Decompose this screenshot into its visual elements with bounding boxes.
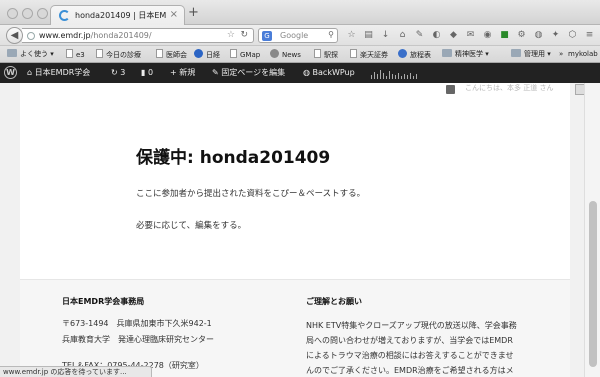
reload-icon[interactable]: ↻: [240, 30, 248, 40]
bookmark-item[interactable]: 今日の診療: [96, 49, 141, 61]
user-greeting[interactable]: こんにちは、本多 正道 さん: [465, 83, 553, 93]
article: こんにちは、本多 正道 さん 保護中: honda201409 ここに参加者から…: [20, 83, 586, 279]
page-icon: [230, 49, 237, 58]
page-icon: [96, 49, 103, 58]
page-content: こんにちは、本多 正道 さん 保護中: honda201409 ここに参加者から…: [0, 83, 586, 377]
url-text[interactable]: www.emdr.jp/honda201409/: [39, 31, 152, 40]
url-bar[interactable]: www.emdr.jp/honda201409/ ☆ ↻: [22, 28, 254, 43]
footer-line: 局への問い合わせが増えておりますが、当学会ではEMDR: [306, 336, 513, 345]
url-host: www.emdr.jp: [39, 31, 91, 40]
bookmark-folder[interactable]: よく使う ▾: [7, 49, 54, 60]
minimize-window-button[interactable]: [22, 8, 33, 19]
refresh-icon: ↻: [111, 68, 121, 77]
loading-spinner-icon: [59, 10, 70, 21]
addon-icon[interactable]: ⚙: [516, 30, 527, 41]
page-icon: [350, 49, 357, 58]
admin-site-link[interactable]: ⌂ 日本EMDR学会: [27, 67, 90, 79]
extension-icon[interactable]: ✎: [414, 30, 425, 41]
google-engine-icon[interactable]: G: [262, 31, 272, 41]
travel-icon: [398, 49, 407, 58]
bookmark-item[interactable]: 駅探: [314, 49, 338, 61]
star-icon[interactable]: ☆: [346, 30, 357, 41]
bookmark-item[interactable]: 医師会: [156, 49, 187, 61]
bookmark-star-icon[interactable]: ☆: [227, 30, 235, 40]
home-icon: ⌂: [27, 68, 35, 77]
bookmark-item[interactable]: GMap: [230, 49, 260, 61]
bookmarks-overflow-button[interactable]: »: [559, 49, 563, 60]
footer-line: んのでご了承ください。EMDR治療をご希望される方はメ: [306, 366, 514, 375]
wordpress-logo-icon[interactable]: W: [4, 66, 17, 79]
mail-icon[interactable]: ✉: [465, 30, 476, 41]
library-icon[interactable]: ▤: [363, 30, 374, 41]
comment-bubble-icon[interactable]: [446, 85, 455, 94]
pencil-icon: ✎: [212, 68, 222, 77]
zoom-window-button[interactable]: [37, 8, 48, 19]
status-bar: www.emdr.jp の応答を待っています...: [0, 366, 152, 377]
footer-heading: 日本EMDR学会事務局: [62, 297, 145, 306]
url-path: /honda201409/: [90, 31, 152, 40]
folder-icon: [511, 49, 521, 57]
body-paragraph: 必要に応じて、編集をする。: [136, 221, 247, 231]
admin-comments-link[interactable]: ▮ 0: [141, 67, 153, 79]
navigation-bar: www.emdr.jp/honda201409/ ☆ ↻ ◀ G Google …: [0, 25, 600, 46]
plus-icon: +: [170, 68, 180, 77]
comment-icon: ▮: [141, 68, 148, 77]
admin-backwpup-link[interactable]: ◍ BackWPup: [303, 67, 355, 79]
admin-new-link[interactable]: + 新規: [170, 67, 195, 79]
footer-heading: ご理解とお願い: [306, 297, 362, 306]
addon-icon[interactable]: ◍: [533, 30, 544, 41]
menu-icon[interactable]: ≡: [584, 30, 595, 41]
addon-icon[interactable]: ◆: [448, 30, 459, 41]
toolbar-icons: ☆ ▤ ↓ ⌂ ✎ ◐ ◆ ✉ ◉ ■ ⚙ ◍ ✦ ⬡ ≡: [346, 28, 598, 43]
bookmark-item[interactable]: mykolab: [568, 49, 598, 60]
addon-icon[interactable]: ◉: [482, 30, 493, 41]
nikkei-icon: [194, 49, 203, 58]
vertical-scrollbar[interactable]: [584, 83, 600, 377]
search-icon[interactable]: ⚲: [328, 30, 334, 39]
new-tab-button[interactable]: +: [188, 6, 199, 19]
wp-admin-bar: W ⌂ 日本EMDR学会 ↻ 3 ▮ 0 + 新規 ✎ 固定ページを編集 ◍ B…: [0, 63, 600, 83]
active-tab[interactable]: honda201409 | 日本EMDR学会 ×: [50, 5, 185, 26]
addon-icon[interactable]: ✦: [550, 30, 561, 41]
addon-icon[interactable]: ◐: [431, 30, 442, 41]
bookmark-item[interactable]: 楽天証券: [350, 49, 388, 61]
news-icon: [270, 49, 279, 58]
bookmark-item[interactable]: News: [270, 49, 301, 61]
bookmarks-toolbar: よく使う ▾ e3 今日の診療 医師会 日経 GMap News 駅探 楽天証券…: [0, 46, 600, 63]
bookmark-item[interactable]: e3: [66, 49, 85, 61]
bookmark-folder[interactable]: 管理用 ▾: [511, 49, 551, 60]
page-icon: [314, 49, 321, 58]
footer-line: 〒673-1494 兵庫県加東市下久米942-1: [62, 319, 212, 328]
backwpup-icon: ◍: [303, 68, 313, 77]
site-identity-icon[interactable]: [27, 32, 35, 40]
browser-tab-bar: honda201409 | 日本EMDR学会 × +: [0, 0, 600, 26]
bookmark-folder[interactable]: 精神医学 ▾: [442, 49, 489, 60]
back-button[interactable]: ◀: [6, 27, 23, 44]
body-paragraph: ここに参加者から提出された資料をこぴー＆ペーストする。: [136, 189, 366, 199]
close-tab-icon[interactable]: ×: [170, 9, 178, 20]
folder-icon: [442, 49, 452, 57]
footer-line: 兵庫教育大学 発達心理臨床研究センター: [62, 335, 214, 344]
close-window-button[interactable]: [7, 8, 18, 19]
search-input[interactable]: Google: [280, 31, 308, 40]
folder-icon: [7, 49, 17, 57]
search-bar[interactable]: G Google ⚲: [258, 28, 338, 43]
site-footer: 日本EMDR学会事務局 〒673-1494 兵庫県加東市下久米942-1 兵庫教…: [20, 279, 570, 377]
addon-icon[interactable]: ⬡: [567, 30, 578, 41]
share-icon[interactable]: ■: [499, 30, 510, 41]
admin-edit-page-link[interactable]: ✎ 固定ページを編集: [212, 67, 285, 79]
tab-title: honda201409 | 日本EMDR学会: [75, 11, 167, 20]
admin-updates-link[interactable]: ↻ 3: [111, 67, 125, 79]
bookmark-item[interactable]: 旅程表: [398, 49, 431, 61]
footer-line: NHK ETV特集やクローズアップ現代の放送以降、学会事務: [306, 321, 517, 330]
download-icon[interactable]: ↓: [380, 30, 391, 41]
page-title: 保護中: honda201409: [136, 148, 331, 168]
page-icon: [66, 49, 73, 58]
page-icon: [156, 49, 163, 58]
footer-line: によるトラウマ治療の相談にはお答えすることができませ: [306, 351, 514, 360]
home-icon[interactable]: ⌂: [397, 30, 408, 41]
traffic-sparkline[interactable]: [371, 68, 419, 79]
bookmark-item[interactable]: 日経: [194, 49, 220, 61]
scroll-thumb[interactable]: [589, 201, 597, 367]
